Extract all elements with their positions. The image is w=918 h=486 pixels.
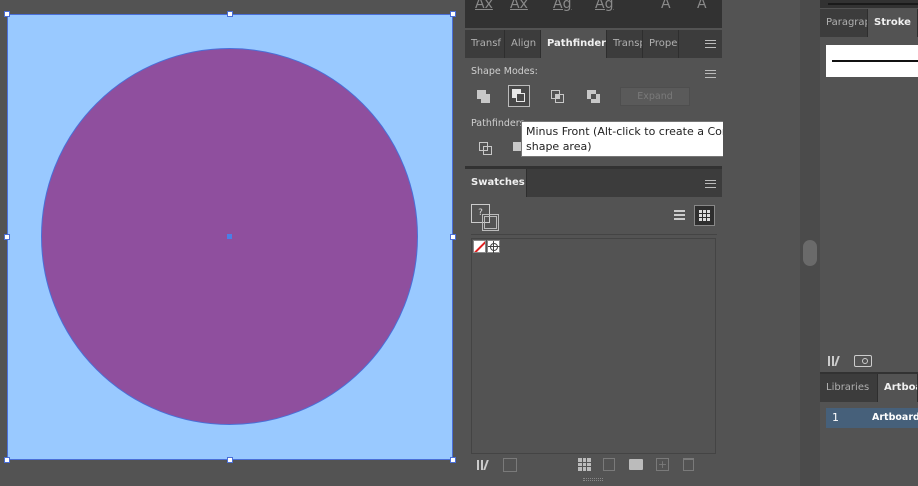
shape-modes-label: Shape Modes: <box>471 66 538 77</box>
divide-icon <box>478 141 494 157</box>
new-swatch-icon[interactable]: + <box>656 458 669 471</box>
exclude-button[interactable] <box>583 86 605 108</box>
minus-front-button[interactable] <box>508 85 530 107</box>
swatches-grid[interactable] <box>471 238 716 454</box>
show-swatch-kinds-icon[interactable] <box>503 458 517 472</box>
unite-button[interactable] <box>473 86 495 108</box>
tab-stroke[interactable]: Stroke <box>868 9 918 37</box>
tab-align[interactable]: Align <box>505 30 541 58</box>
tab-properties[interactable]: Proper <box>643 30 679 58</box>
intersect-button[interactable] <box>547 86 569 108</box>
handle-middle-right[interactable] <box>450 234 456 240</box>
tab-pathfinder[interactable]: Pathfinder <box>541 30 607 58</box>
grid-view-icon[interactable] <box>694 205 715 226</box>
stroke-library-icon[interactable] <box>854 355 872 367</box>
top-rule <box>828 3 918 5</box>
unite-icon <box>476 89 492 105</box>
pathfinder-menu-icon[interactable] <box>705 40 716 48</box>
tab-paragraph[interactable]: Paragrap <box>820 9 868 37</box>
none-swatch[interactable] <box>473 240 486 253</box>
tab-libraries[interactable]: Libraries <box>820 374 878 402</box>
swatch-options-icon[interactable] <box>578 458 591 471</box>
handle-top-center[interactable] <box>227 11 233 17</box>
canvas-area[interactable] <box>0 0 463 486</box>
registration-swatch[interactable] <box>487 240 500 253</box>
libraries-menu-icon[interactable] <box>828 356 846 368</box>
tab-artboards[interactable]: Artboa <box>878 374 918 402</box>
tab-swatches[interactable]: Swatches <box>465 169 527 197</box>
dock-gap <box>723 0 803 486</box>
minus-front-icon <box>511 88 527 104</box>
intersect-icon <box>550 89 566 105</box>
swatches-panel-tabs: Swatches <box>465 169 722 197</box>
glyph-ax-2[interactable]: Ax <box>510 0 528 12</box>
exclude-icon <box>586 89 602 105</box>
pathfinder-panel-tabs: Transf Align Pathfinder Transp Proper <box>465 30 722 78</box>
glyph-ax-1[interactable]: Ax <box>475 0 493 12</box>
glyph-ag-1[interactable]: Ag <box>553 0 571 12</box>
artboard-number: 1 <box>832 411 839 424</box>
libraries-artboards-tabs: Libraries Artboa <box>820 374 918 402</box>
folder-icon[interactable] <box>629 459 643 470</box>
glyph-a-2[interactable]: A <box>697 0 707 12</box>
swatches-divider <box>471 234 717 235</box>
delete-swatch-icon[interactable] <box>683 458 694 471</box>
handle-middle-left[interactable] <box>4 234 10 240</box>
artboard-name: Artboard 1 <box>872 412 918 423</box>
stroke-preview <box>826 45 918 77</box>
right-panel-column: Paragrap Stroke Libraries Artboa 1 Artbo… <box>820 0 918 486</box>
character-glyph-row: Ax Ax Ag Ag A A <box>465 0 722 28</box>
swatches-menu-icon[interactable] <box>705 180 716 188</box>
handle-top-left[interactable] <box>4 11 10 17</box>
expand-button[interactable]: Expand <box>620 87 690 106</box>
handle-bottom-right[interactable] <box>450 457 456 463</box>
glyph-a-1[interactable]: A <box>661 0 671 12</box>
panel-resize-grip[interactable] <box>583 478 603 481</box>
new-color-group-icon[interactable] <box>603 458 615 471</box>
paragraph-stroke-tabs: Paragrap Stroke <box>820 9 918 37</box>
handle-bottom-center[interactable] <box>227 457 233 463</box>
selection-center-point <box>227 234 232 239</box>
stroke-swatch-indicator[interactable] <box>482 214 499 231</box>
handle-top-right[interactable] <box>450 11 456 17</box>
list-view-icon[interactable] <box>669 205 689 225</box>
panel-menu-icon[interactable] <box>705 70 716 78</box>
tab-transform[interactable]: Transf <box>465 30 505 58</box>
glyph-ag-2[interactable]: Ag <box>595 0 613 12</box>
artboard-row[interactable]: 1 Artboard 1 <box>826 408 918 428</box>
dock-scroll-handle[interactable] <box>803 240 817 266</box>
handle-bottom-left[interactable] <box>4 457 10 463</box>
pathfinders-label: Pathfinders: <box>471 118 528 129</box>
swatch-libraries-menu-icon[interactable] <box>477 458 493 472</box>
divide-button[interactable] <box>475 138 497 160</box>
tab-transparency[interactable]: Transp <box>607 30 643 58</box>
